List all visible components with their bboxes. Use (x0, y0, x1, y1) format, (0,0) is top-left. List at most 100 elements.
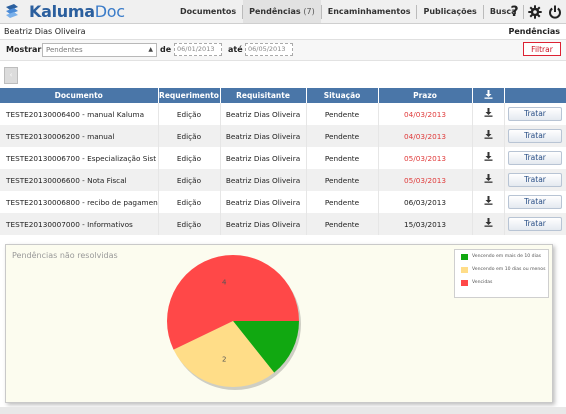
cell-documento[interactable]: TESTE20130006200 - manual (0, 125, 159, 147)
cell-requisitante: Beatriz Dias Oliveira (220, 103, 307, 125)
col-download[interactable] (472, 88, 505, 103)
legend-swatch (461, 266, 468, 273)
nav-pendencias[interactable]: Pendências (7) (243, 0, 321, 23)
cell-situacao: Pendente (306, 191, 379, 213)
main-nav: Documentos Pendências (7) Encaminhamento… (174, 0, 524, 23)
cell-requerimento: Edição (158, 103, 221, 125)
col-acao (504, 88, 566, 103)
bottom-bar (0, 407, 566, 414)
filter-button[interactable]: Filtrar (523, 42, 561, 56)
cell-documento[interactable]: TESTE20130006700 - Especialização Sist (0, 147, 159, 169)
table-row: TESTE20130006200 - manual Edição Beatriz D… (0, 125, 566, 147)
nav-publicacoes[interactable]: Publicações (417, 0, 482, 23)
app-name: KalumaDoc (29, 2, 125, 21)
cell-situacao: Pendente (306, 103, 379, 125)
table-row: TESTE20130006400 - manual Kaluma Edição Be… (0, 103, 566, 125)
cell-acao: Tratar (504, 125, 566, 147)
col-prazo[interactable]: Prazo (378, 88, 473, 103)
cell-situacao: Pendente (306, 169, 379, 191)
page-title: Pendências (508, 27, 560, 36)
download-icon[interactable] (484, 152, 493, 164)
user-name: Beatriz Dias Oliveira (4, 27, 86, 36)
tratar-button[interactable]: Tratar (508, 151, 562, 165)
filter-bar: Mostrar Pendentes ▲︎ de 06/01/2013 até 0… (0, 40, 566, 61)
cell-acao: Tratar (504, 191, 566, 213)
back-button[interactable]: ‹ (4, 67, 18, 84)
cell-requisitante: Beatriz Dias Oliveira (220, 191, 307, 213)
nav-pendencias-label: Pendências (249, 7, 301, 16)
cell-prazo: 05/03/2013 (378, 169, 473, 191)
cell-acao: Tratar (504, 103, 566, 125)
cell-situacao: Pendente (306, 125, 379, 147)
download-icon[interactable] (484, 218, 493, 230)
tratar-button[interactable]: Tratar (508, 195, 562, 209)
app-name-part1: Kaluma (29, 2, 95, 21)
gear-icon[interactable] (527, 3, 542, 20)
col-documento[interactable]: Documento (0, 88, 159, 103)
tratar-button[interactable]: Tratar (508, 107, 562, 121)
logo-icon (4, 3, 26, 20)
tratar-button[interactable]: Tratar (508, 217, 562, 231)
date-from-input[interactable]: 06/01/2013 (174, 43, 222, 56)
cell-requisitante: Beatriz Dias Oliveira (220, 213, 307, 235)
cell-situacao: Pendente (306, 147, 379, 169)
mostrar-label: Mostrar (6, 45, 42, 54)
cell-requisitante: Beatriz Dias Oliveira (220, 147, 307, 169)
cell-documento[interactable]: TESTE20130006600 - Nota Fiscal (0, 169, 159, 191)
table-header-row: Documento Requerimento Requisitante Situ… (0, 88, 566, 103)
col-requisitante[interactable]: Requisitante (220, 88, 307, 103)
cell-prazo: 04/03/2013 (378, 125, 473, 147)
cell-download (472, 103, 505, 125)
legend-label: Vencidas (472, 280, 493, 285)
table-row: TESTE20130006700 - Especialização Sist Ed… (0, 147, 566, 169)
cell-documento[interactable]: TESTE20130007000 - Informativos (0, 213, 159, 235)
tratar-button[interactable]: Tratar (508, 173, 562, 187)
cell-prazo: 04/03/2013 (378, 103, 473, 125)
legend-item: Vencendo em 10 dias ou menos (455, 263, 548, 276)
cell-documento[interactable]: TESTE20130006400 - manual Kaluma (0, 103, 159, 125)
cell-acao: Tratar (504, 147, 566, 169)
col-situacao[interactable]: Situação (306, 88, 379, 103)
slice-data-label: 4 (222, 278, 227, 286)
tratar-button[interactable]: Tratar (508, 129, 562, 143)
chart-legend: Vencendo em mais de 10 dias Vencendo em 1… (454, 249, 549, 298)
cell-prazo: 15/03/2013 (378, 213, 473, 235)
nav-documentos[interactable]: Documentos (174, 0, 242, 23)
power-icon[interactable] (547, 3, 562, 20)
app-logo[interactable]: KalumaDoc (4, 2, 125, 21)
top-icons: ? (507, 3, 562, 20)
de-label: de (160, 45, 172, 54)
cell-documento[interactable]: TESTE20130006800 - recibo de pagamen (0, 191, 159, 213)
top-bar: KalumaDoc Documentos Pendências (7) Enca… (0, 0, 566, 24)
download-icon[interactable] (484, 196, 493, 208)
download-icon[interactable] (484, 174, 493, 186)
table-row: TESTE20130006600 - Nota Fiscal Edição Beat… (0, 169, 566, 191)
app-name-part2: Doc (94, 2, 125, 21)
legend-swatch (461, 279, 468, 286)
col-requerimento[interactable]: Requerimento (158, 88, 221, 103)
pendencias-table: Documento Requerimento Requisitante Situ… (0, 88, 566, 235)
cell-requerimento: Edição (158, 125, 221, 147)
date-to-input[interactable]: 06/05/2013 (245, 43, 293, 56)
nav-encaminhamentos[interactable]: Encaminhamentos (322, 0, 417, 23)
cell-prazo: 06/03/2013 (378, 191, 473, 213)
cell-acao: Tratar (504, 213, 566, 235)
cell-requisitante: Beatriz Dias Oliveira (220, 169, 307, 191)
download-icon[interactable] (484, 108, 493, 120)
cell-download (472, 213, 505, 235)
legend-swatch (461, 253, 468, 260)
table-row: TESTE20130007000 - Informativos Edição Bea… (0, 213, 566, 235)
legend-label: Vencendo em 10 dias ou menos (472, 267, 546, 272)
cell-download (472, 125, 505, 147)
legend-item: Vencendo em mais de 10 dias (455, 250, 548, 263)
ate-label: até (228, 45, 243, 54)
mostrar-select[interactable]: Pendentes ▲︎ (42, 43, 157, 57)
cell-requerimento: Edição (158, 169, 221, 191)
cell-download (472, 191, 505, 213)
chart-panel: Pendências não resolvidas 24 Vencendo em… (5, 244, 553, 403)
download-icon[interactable] (484, 130, 493, 142)
legend-label: Vencendo em mais de 10 dias (472, 254, 542, 259)
help-icon[interactable]: ? (507, 3, 522, 20)
select-arrow-icon: ▲︎ (148, 46, 153, 53)
cell-download (472, 169, 505, 191)
